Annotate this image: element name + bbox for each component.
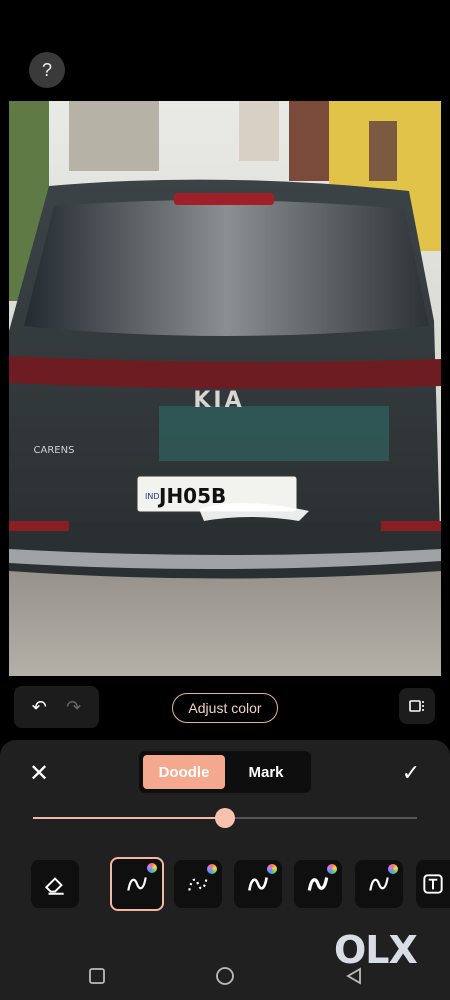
undo-icon[interactable]: ↶ (32, 697, 47, 718)
home-icon[interactable] (214, 965, 236, 987)
edited-photo[interactable]: KIA CARENS IND JH05B (9, 101, 441, 676)
text-tool-button[interactable] (416, 860, 450, 908)
mode-switch: Doodle Mark (139, 751, 311, 793)
edit-toolbar: ↶ ↷ Adjust color (0, 676, 450, 740)
color-dot (147, 863, 157, 873)
recents-icon[interactable] (86, 965, 108, 987)
close-icon[interactable]: ✕ (26, 760, 52, 787)
back-icon[interactable] (343, 965, 365, 987)
adjust-color-button[interactable]: Adjust color (172, 693, 278, 723)
marker-icon (248, 877, 268, 891)
color-dot (267, 864, 277, 874)
pen-brush-button[interactable] (110, 857, 164, 911)
neon-icon (369, 877, 389, 891)
check-icon[interactable]: ✓ (398, 760, 424, 786)
svg-text:IND: IND (145, 492, 160, 501)
tab-mark[interactable]: Mark (225, 755, 307, 789)
tab-doodle[interactable]: Doodle (143, 755, 225, 789)
help-button[interactable]: ? (29, 52, 65, 88)
svg-text:CARENS: CARENS (34, 445, 75, 456)
neon-brush-button[interactable] (355, 860, 403, 908)
color-dot (207, 864, 217, 874)
brush-list (0, 857, 450, 914)
slider-fill (33, 817, 225, 819)
system-nav-bar (0, 955, 450, 1000)
eraser-icon (44, 877, 64, 895)
car-photo-image: KIA CARENS IND JH05B (9, 101, 441, 676)
compare-icon (409, 700, 424, 712)
undo-redo-group: ↶ ↷ (14, 686, 99, 728)
dotted-pen-icon (188, 877, 208, 891)
color-dot (388, 864, 398, 874)
text-icon (423, 874, 443, 894)
brush-size-slider[interactable] (33, 808, 417, 828)
pen-icon (127, 877, 147, 891)
eraser-button[interactable] (31, 860, 79, 908)
marker-brush-button[interactable] (234, 860, 282, 908)
svg-text:KIA: KIA (193, 388, 244, 413)
svg-text:JH05B: JH05B (157, 484, 226, 508)
slider-thumb[interactable] (215, 808, 235, 828)
color-dot (327, 864, 337, 874)
highlighter-brush-button[interactable] (294, 860, 342, 908)
compare-button[interactable] (399, 688, 435, 724)
redo-icon[interactable]: ↷ (66, 697, 81, 718)
highlighter-icon (307, 877, 329, 891)
dotted-brush-button[interactable] (174, 860, 222, 908)
